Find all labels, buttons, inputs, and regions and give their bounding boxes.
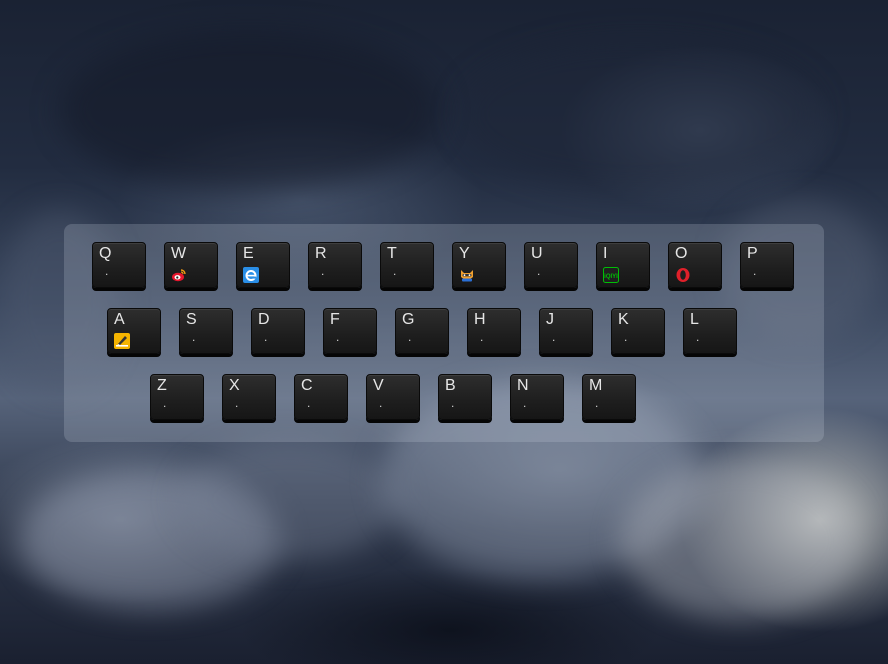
empty-slot-dot: .: [307, 396, 311, 410]
key-letter: Q: [99, 245, 112, 262]
key-n[interactable]: N.: [510, 374, 564, 420]
key-letter: Z: [157, 377, 167, 394]
key-e[interactable]: E: [236, 242, 290, 288]
empty-slot-dot: .: [408, 330, 412, 344]
key-letter: I: [603, 245, 608, 262]
empty-slot-dot: .: [552, 330, 556, 344]
key-letter: E: [243, 245, 254, 262]
key-letter: R: [315, 245, 327, 262]
key-c[interactable]: C.: [294, 374, 348, 420]
empty-slot-dot: .: [393, 264, 397, 278]
key-u[interactable]: U.: [524, 242, 578, 288]
key-g[interactable]: G.: [395, 308, 449, 354]
key-k[interactable]: K.: [611, 308, 665, 354]
key-x[interactable]: X.: [222, 374, 276, 420]
key-letter: C: [301, 377, 313, 394]
key-j[interactable]: J.: [539, 308, 593, 354]
key-v[interactable]: V.: [366, 374, 420, 420]
cloud: [60, 30, 440, 190]
empty-slot-dot: .: [264, 330, 268, 344]
empty-slot-dot: .: [192, 330, 196, 344]
key-letter: V: [373, 377, 384, 394]
empty-slot-dot: .: [696, 330, 700, 344]
key-m[interactable]: M.: [582, 374, 636, 420]
empty-slot-dot: .: [523, 396, 527, 410]
raccoon-icon: [459, 267, 475, 283]
empty-slot-dot: .: [163, 396, 167, 410]
key-i[interactable]: IiQIYI: [596, 242, 650, 288]
key-letter: F: [330, 311, 340, 328]
key-letter: J: [546, 311, 554, 328]
empty-slot-dot: .: [480, 330, 484, 344]
cloud: [180, 440, 400, 560]
key-letter: G: [402, 311, 415, 328]
edit-note-icon: [114, 333, 130, 349]
empty-slot-dot: .: [537, 264, 541, 278]
key-q[interactable]: Q.: [92, 242, 146, 288]
key-letter: K: [618, 311, 629, 328]
key-letter: U: [531, 245, 543, 262]
key-o[interactable]: O: [668, 242, 722, 288]
cloud: [620, 460, 860, 620]
empty-slot-dot: .: [235, 396, 239, 410]
empty-slot-dot: .: [379, 396, 383, 410]
empty-slot-dot: .: [624, 330, 628, 344]
key-letter: A: [114, 311, 125, 328]
key-l[interactable]: L.: [683, 308, 737, 354]
empty-slot-dot: .: [595, 396, 599, 410]
key-letter: X: [229, 377, 240, 394]
key-letter: S: [186, 311, 197, 328]
key-letter: Y: [459, 245, 470, 262]
cloud: [460, 40, 820, 190]
key-w[interactable]: W: [164, 242, 218, 288]
empty-slot-dot: .: [321, 264, 325, 278]
key-letter: N: [517, 377, 529, 394]
key-letter: T: [387, 245, 397, 262]
key-r[interactable]: R.: [308, 242, 362, 288]
key-letter: H: [474, 311, 486, 328]
key-t[interactable]: T.: [380, 242, 434, 288]
key-h[interactable]: H.: [467, 308, 521, 354]
key-letter: B: [445, 377, 456, 394]
key-letter: O: [675, 245, 688, 262]
empty-slot-dot: .: [336, 330, 340, 344]
weibo-icon: [171, 267, 187, 283]
ie-browser-icon: [243, 267, 259, 283]
iqiyi-icon: iQIYI: [603, 267, 619, 283]
key-f[interactable]: F.: [323, 308, 377, 354]
key-b[interactable]: B.: [438, 374, 492, 420]
key-letter: L: [690, 311, 699, 328]
empty-slot-dot: .: [451, 396, 455, 410]
opera-icon: [675, 267, 691, 283]
key-letter: D: [258, 311, 270, 328]
key-p[interactable]: P.: [740, 242, 794, 288]
key-z[interactable]: Z.: [150, 374, 204, 420]
empty-slot-dot: .: [105, 264, 109, 278]
svg-text:iQIYI: iQIYI: [604, 274, 618, 280]
key-s[interactable]: S.: [179, 308, 233, 354]
empty-slot-dot: .: [753, 264, 757, 278]
key-letter: M: [589, 377, 603, 394]
key-letter: W: [171, 245, 187, 262]
key-a[interactable]: A: [107, 308, 161, 354]
key-d[interactable]: D.: [251, 308, 305, 354]
key-letter: P: [747, 245, 758, 262]
key-y[interactable]: Y: [452, 242, 506, 288]
